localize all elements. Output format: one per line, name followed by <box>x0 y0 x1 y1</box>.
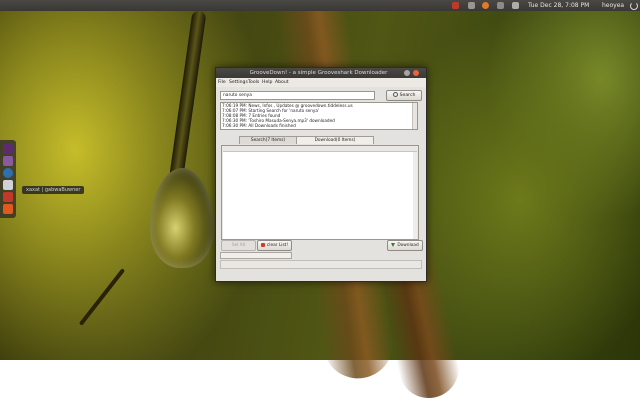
wallpaper-water-drop <box>150 168 214 268</box>
network-icon[interactable] <box>468 2 475 9</box>
firefox-icon[interactable] <box>482 2 489 9</box>
clock[interactable]: Tue Dec 28, 7:08 PM <box>528 1 589 10</box>
ubuntu-icon[interactable] <box>3 180 13 190</box>
user-name[interactable]: heoyea <box>602 1 624 10</box>
log-line: 7:06:30 PM: All Downloads finished <box>222 123 296 128</box>
wallpaper-stem-tail <box>78 268 126 326</box>
download-label: Download <box>397 243 419 248</box>
clear-icon <box>260 242 265 247</box>
launcher-tooltip: xaxat | gabwaBuwner <box>22 186 85 194</box>
home-folder-icon[interactable] <box>3 144 13 154</box>
clear-list-button[interactable]: clear List! <box>257 240 292 251</box>
clear-list-label: clear List! <box>266 243 289 248</box>
list-scrollbar[interactable] <box>413 152 417 239</box>
log-scrollbar[interactable] <box>412 103 417 129</box>
chat-icon[interactable] <box>497 2 504 9</box>
settings-icon[interactable] <box>3 192 13 202</box>
download-button[interactable]: Download <box>387 240 423 251</box>
menu-file[interactable]: File <box>218 79 226 86</box>
firefox-icon[interactable] <box>3 168 13 178</box>
minimize-icon[interactable] <box>404 70 410 76</box>
menu-about[interactable]: About <box>275 79 289 86</box>
menu-help[interactable]: Help <box>262 79 272 86</box>
download-list-pane <box>221 145 419 240</box>
search-icon <box>392 92 398 97</box>
menu-tools[interactable]: Tools <box>248 79 259 86</box>
tab-search[interactable]: Search(7 Items) <box>239 136 297 144</box>
power-icon[interactable] <box>630 2 638 10</box>
download-list[interactable] <box>223 151 417 239</box>
menu-bar: File Settings Tools Help About <box>216 78 426 87</box>
software-center-icon[interactable] <box>3 204 13 214</box>
window-title: GrooveDown! - a simple Grooveshark Downl… <box>249 70 388 76</box>
volume-icon[interactable] <box>512 2 519 9</box>
search-button-label: Search <box>399 93 416 98</box>
window-titlebar[interactable]: GrooveDown! - a simple Grooveshark Downl… <box>216 68 426 78</box>
mail-icon[interactable] <box>452 2 459 9</box>
select-all-button[interactable]: Sel All <box>221 240 256 251</box>
status-bar <box>220 260 422 269</box>
download-icon <box>391 242 396 247</box>
groovedown-window: GrooveDown! - a simple Grooveshark Downl… <box>215 67 427 282</box>
files-icon[interactable] <box>3 156 13 166</box>
top-panel: Tue Dec 28, 7:08 PM heoyea <box>0 0 640 11</box>
log-output[interactable]: 7:06:19 PM: News, Infos , Updates @ groo… <box>220 102 418 130</box>
close-icon[interactable] <box>413 70 419 76</box>
search-input[interactable]: naruto senya <box>220 91 375 100</box>
progress-bar <box>220 252 292 259</box>
menu-settings[interactable]: Settings <box>229 79 248 86</box>
search-button[interactable]: Search <box>386 90 422 101</box>
launcher <box>0 140 16 218</box>
tab-download[interactable]: Download(0 Items) <box>296 136 374 144</box>
